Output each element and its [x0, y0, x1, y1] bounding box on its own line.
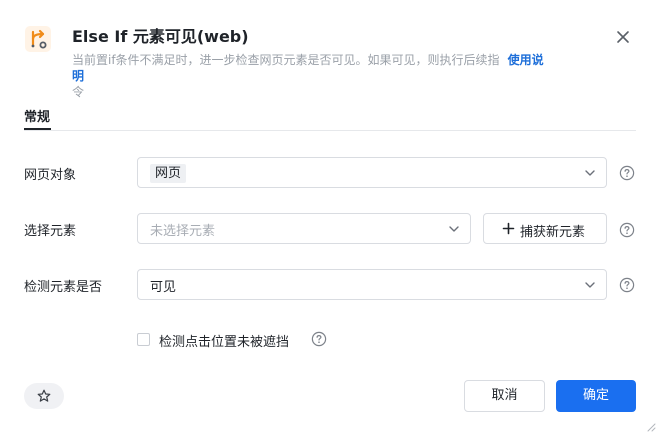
chevron-down-icon: [585, 282, 595, 288]
confirm-button[interactable]: 确定: [556, 380, 636, 412]
check-visibility-label: 检测元素是否: [24, 280, 103, 295]
branch-icon: [24, 25, 52, 53]
check-visibility-value: 可见: [150, 280, 177, 295]
select-element-dropdown[interactable]: 未选择元素: [137, 213, 471, 244]
capture-new-element-button[interactable]: 捕获新元素: [483, 213, 607, 244]
web-object-help-icon[interactable]: [619, 165, 635, 181]
dialog-description: 当前置if条件不满足时，进一步检查网页元素是否可见。如果可见，则执行后续指 使用说…: [72, 52, 552, 100]
close-icon: [617, 31, 629, 43]
select-element-label: 选择元素: [24, 224, 77, 239]
resize-grip-icon[interactable]: [644, 420, 656, 432]
web-object-label: 网页对象: [24, 168, 77, 183]
favorite-button[interactable]: [24, 383, 64, 409]
check-visibility-select[interactable]: 可见: [137, 269, 607, 300]
plus-icon: [502, 222, 515, 235]
web-object-value-chip: 网页: [150, 164, 187, 183]
close-button[interactable]: [613, 27, 633, 47]
else-if-element-visible-dialog: Else If 元素可见(web) 当前置if条件不满足时，进一步检查网页元素是…: [0, 0, 660, 436]
chevron-down-icon: [449, 226, 459, 232]
dialog-title: Else If 元素可见(web): [72, 27, 249, 46]
check-visibility-help-icon[interactable]: [619, 277, 635, 293]
web-object-select[interactable]: 网页: [137, 157, 607, 188]
description-line-1: 当前置if条件不满足时，进一步检查网页元素是否可见。如果可见，则执行后续指: [72, 53, 500, 67]
check-occlusion-label: 检测点击位置未被遮挡: [159, 335, 290, 350]
select-element-placeholder: 未选择元素: [150, 224, 216, 239]
select-element-help-icon[interactable]: [619, 222, 635, 238]
capture-new-element-label: 捕获新元素: [520, 225, 586, 240]
star-icon: [37, 389, 51, 402]
tabs-divider: [24, 130, 636, 131]
description-line-2: 令: [72, 85, 85, 99]
tab-general[interactable]: 常规: [24, 106, 50, 125]
check-occlusion-help-icon[interactable]: [311, 331, 327, 347]
chevron-down-icon: [585, 170, 595, 176]
cancel-button[interactable]: 取消: [464, 380, 545, 412]
check-occlusion-checkbox[interactable]: [137, 333, 150, 346]
